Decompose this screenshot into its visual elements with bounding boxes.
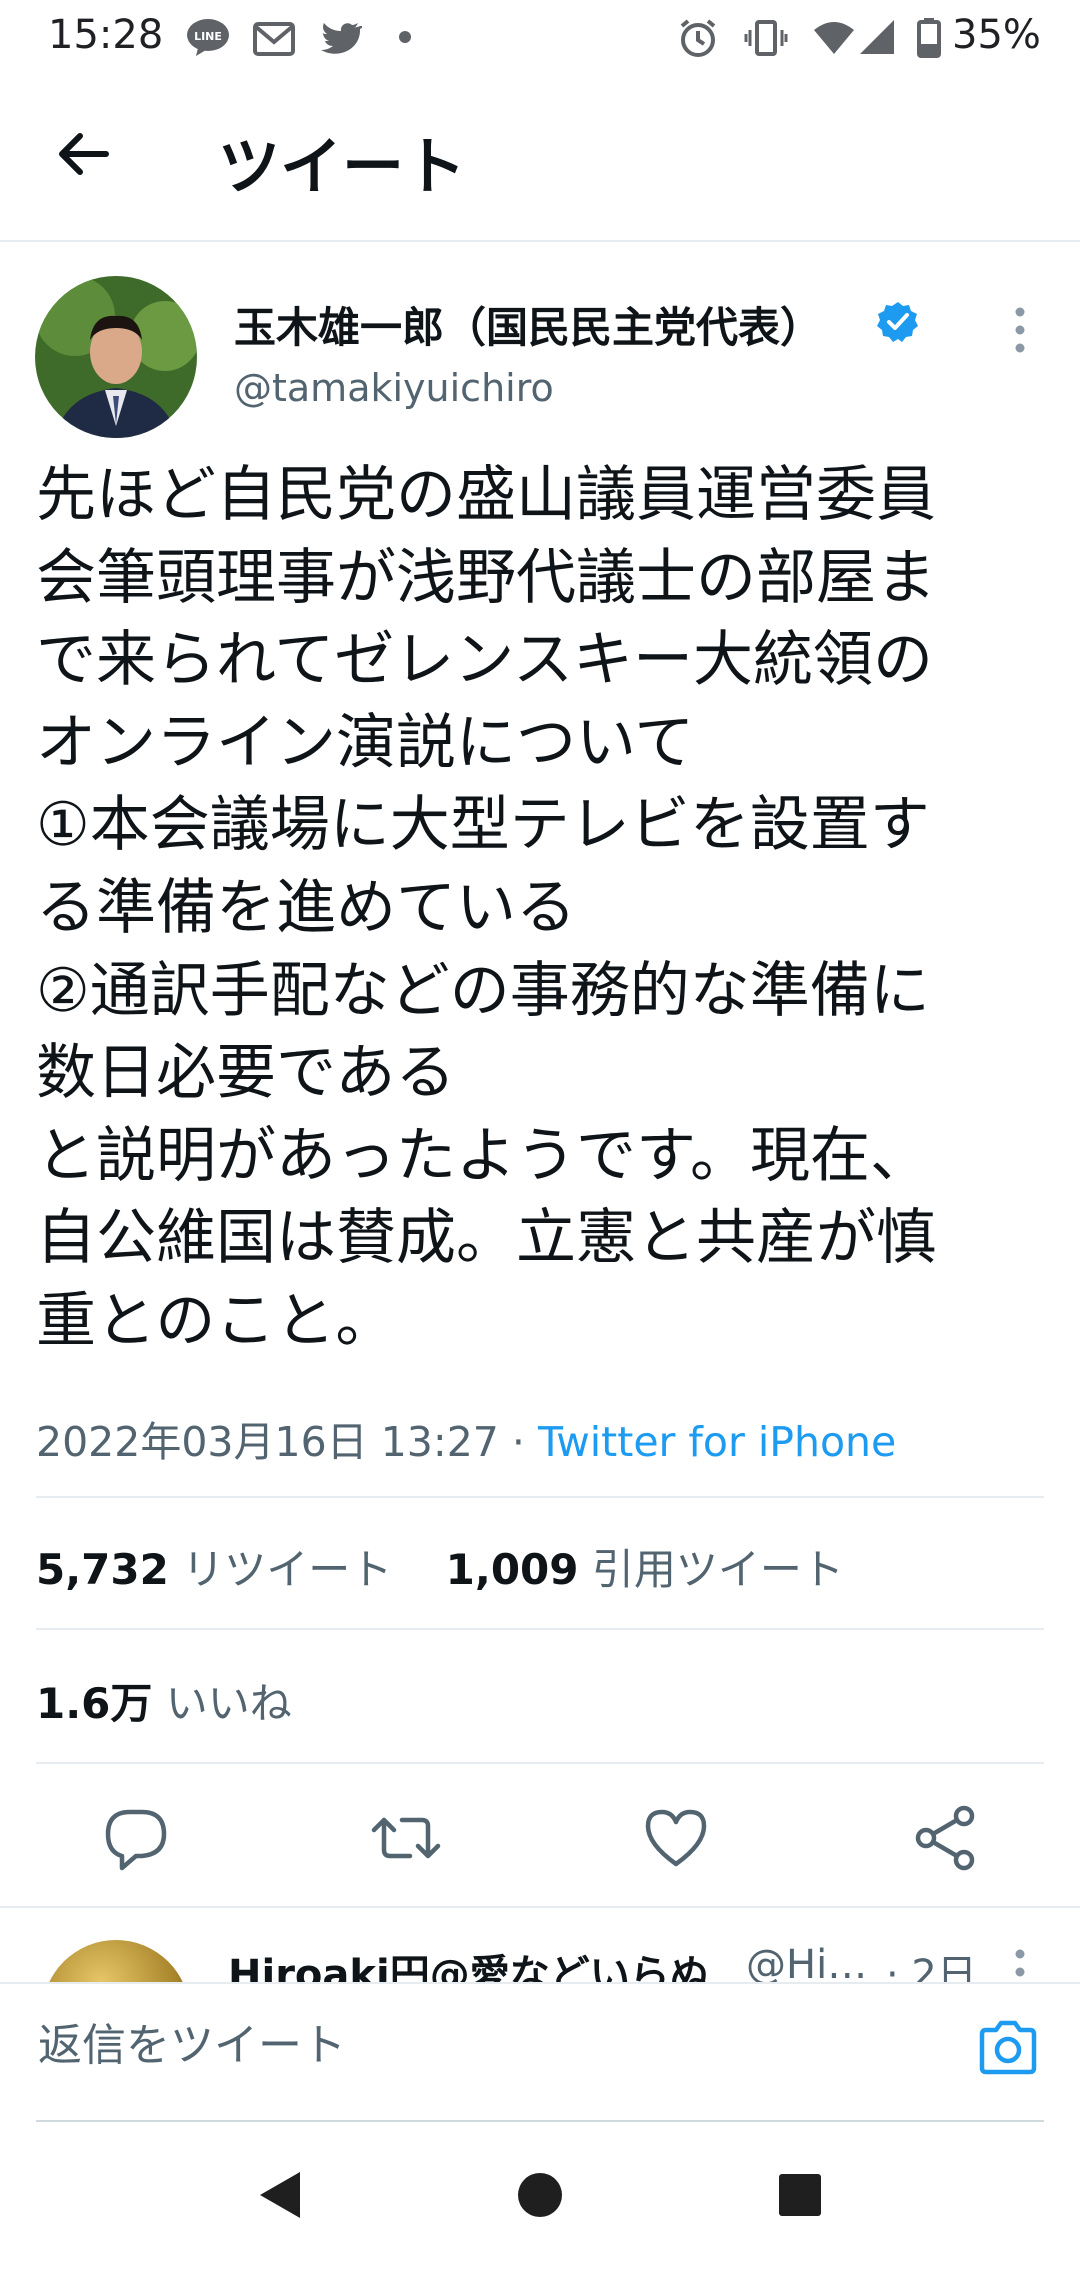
input-underline — [36, 2120, 1044, 2122]
author-name[interactable]: 玉木雄一郎（国民民主党代表） — [234, 294, 822, 355]
reply-time: · 2日 — [886, 1952, 977, 1982]
nav-home-icon[interactable] — [516, 2168, 564, 2222]
battery-icon — [917, 18, 941, 58]
reply-input[interactable] — [36, 2012, 940, 2078]
likes-label: いいね — [165, 1679, 292, 1728]
quote-label: 引用ツイート — [591, 1545, 844, 1594]
more-options-icon[interactable] — [1008, 304, 1032, 356]
retweet-count: 5,732 — [36, 1545, 169, 1594]
page-title: ツイート — [218, 130, 467, 203]
back-arrow-icon[interactable] — [52, 122, 116, 186]
signal-icon — [860, 20, 894, 54]
nav-recents-icon[interactable] — [776, 2168, 824, 2222]
status-bar: 15:28 LINE 35% — [0, 0, 1080, 72]
tweet-meta: 2022年03月16日 13:27 · Twitter for iPhone — [36, 1408, 896, 1468]
tweet-text: 先ほど自民党の盛山議員運営委員 会筆頭理事が浅野代議士の部屋ま で来られてゼレン… — [36, 460, 936, 1356]
status-time: 15:28 — [48, 12, 164, 58]
line-icon: LINE — [187, 19, 229, 56]
like-icon[interactable] — [636, 1798, 716, 1878]
reply-composer — [0, 1982, 1080, 2124]
avatar[interactable] — [35, 276, 197, 438]
dot-icon — [399, 31, 411, 43]
author-handle[interactable]: @tamakiyuichiro — [234, 366, 554, 410]
camera-icon[interactable] — [976, 2020, 1040, 2076]
reply-avatar[interactable] — [42, 1940, 190, 1982]
divider — [36, 1628, 1044, 1630]
quote-count: 1,009 — [445, 1545, 579, 1594]
meta-separator: · — [498, 1418, 538, 1466]
avatar-photo — [35, 276, 197, 438]
system-nav-bar — [0, 2124, 1080, 2280]
likes-count: 1.6万 — [36, 1679, 153, 1728]
share-icon[interactable] — [906, 1798, 986, 1878]
reply-icon[interactable] — [96, 1798, 176, 1878]
verified-badge-icon — [877, 302, 918, 342]
nav-back-icon[interactable] — [256, 2168, 304, 2222]
divider — [36, 1496, 1044, 1498]
svg-text:LINE: LINE — [194, 30, 222, 43]
likes-stat[interactable]: 1.6万 いいね — [36, 1670, 292, 1731]
retweet-stat[interactable]: 5,732 リツイート — [36, 1545, 392, 1594]
reply-author-handle: @Hi… — [746, 1942, 868, 1982]
wifi-icon — [814, 22, 854, 54]
reply-item[interactable]: Hiroaki円@愛などいらぬ @Hi… · 2日 — [0, 1908, 1080, 1982]
tweet-actions — [0, 1768, 1080, 1908]
reply-author-name[interactable]: Hiroaki円@愛などいらぬ — [228, 1942, 710, 1982]
more-options-icon[interactable] — [1008, 1948, 1032, 1982]
retweet-label: リツイート — [182, 1545, 393, 1594]
battery-percentage: 35% — [952, 12, 1041, 58]
tweet-datetime: 2022年03月16日 13:27 — [36, 1418, 499, 1466]
tweet-source-link[interactable]: Twitter for iPhone — [538, 1418, 896, 1466]
retweet-icon[interactable] — [366, 1798, 446, 1878]
app-header: ツイート — [0, 72, 1080, 242]
vibrate-icon — [744, 20, 788, 56]
quote-stat[interactable]: 1,009 引用ツイート — [446, 1545, 844, 1594]
alarm-icon — [680, 19, 716, 57]
mail-icon — [253, 22, 295, 56]
stats-row: 5,732 リツイート 1,009 引用ツイート — [36, 1536, 844, 1597]
divider — [36, 1762, 1044, 1764]
twitter-bird-icon — [321, 23, 362, 54]
